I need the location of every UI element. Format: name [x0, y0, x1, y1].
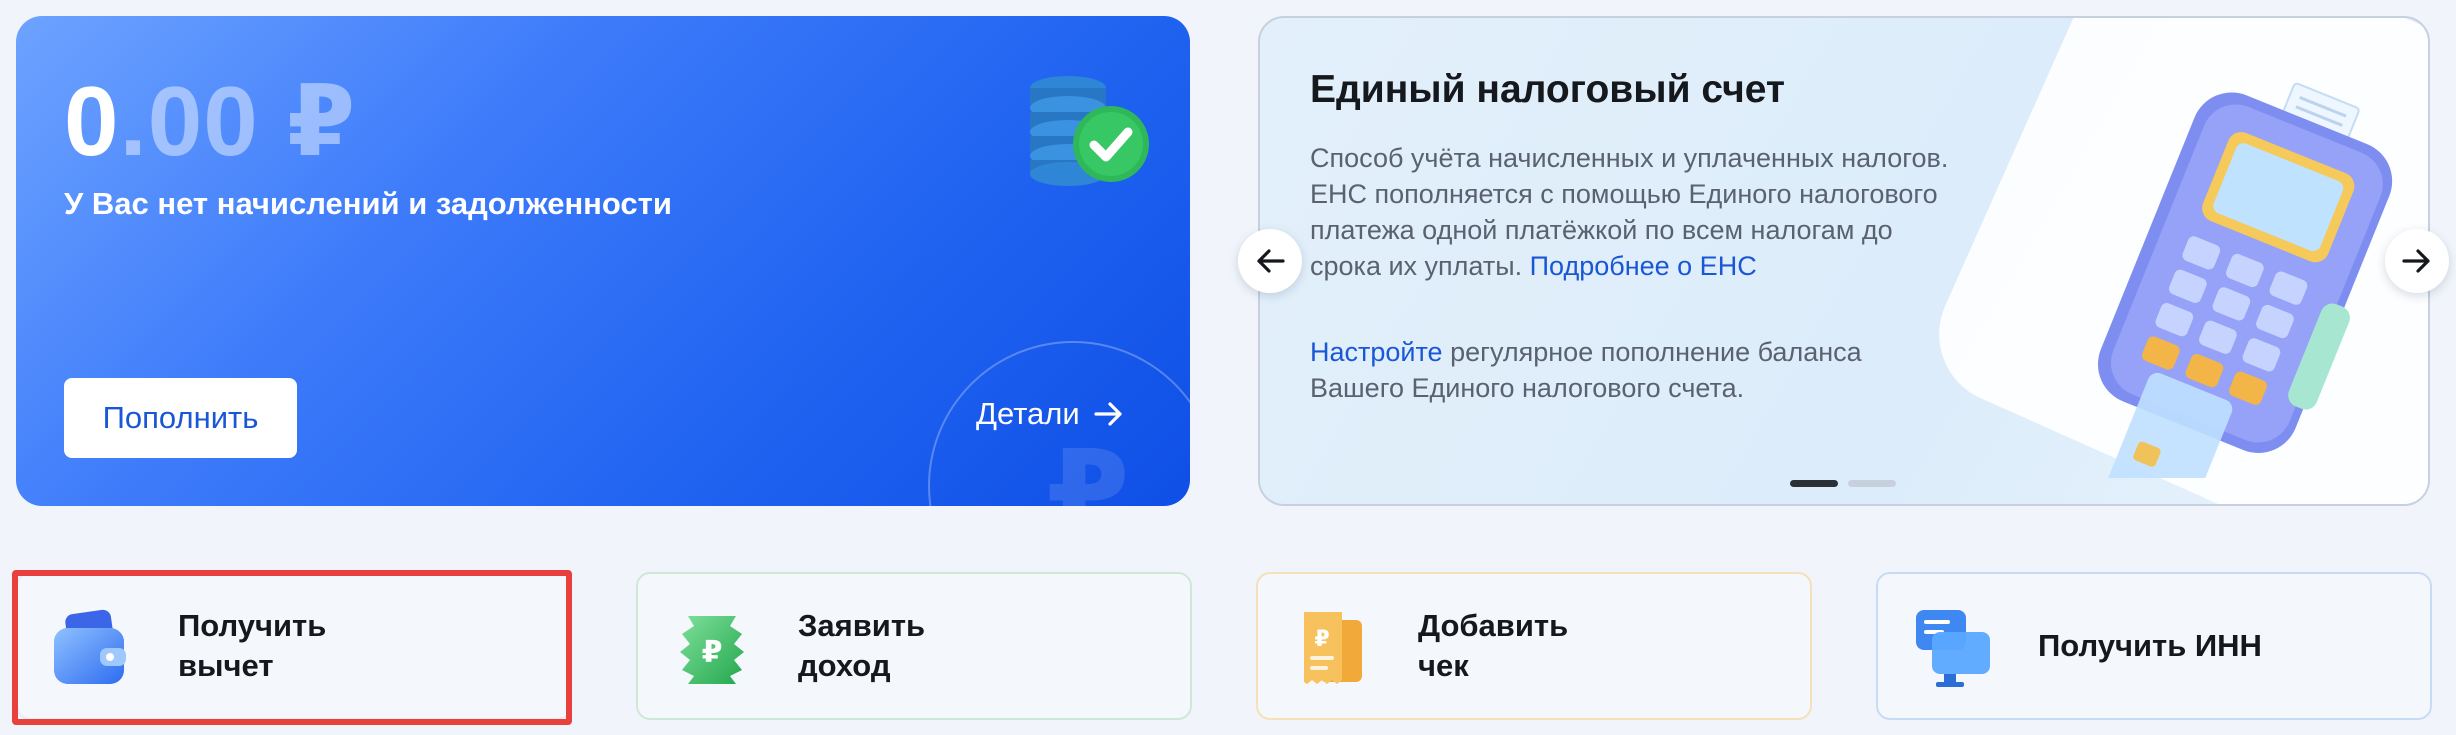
promo-description: Способ учёта начисленных и уплаченных на…: [1310, 140, 1960, 284]
carousel-prev-button[interactable]: [1238, 229, 1302, 293]
add-receipt-line2: чек: [1418, 648, 1469, 683]
topup-button[interactable]: Пополнить: [64, 378, 297, 458]
declare-income-line2: доход: [798, 648, 891, 683]
arrow-right-icon: [1094, 402, 1122, 426]
ens-promo-card: Единый налоговый счет Способ учёта начис…: [1258, 16, 2430, 506]
arrow-left-icon: [1257, 249, 1285, 273]
get-deduction-label: Получить вычет: [178, 606, 326, 686]
get-inn-label: Получить ИНН: [2038, 626, 2262, 666]
monitor-chat-icon: [1916, 610, 1990, 687]
balance-status-text: У Вас нет начислений и задолженности: [64, 186, 672, 221]
balance-amount-integer: 0: [64, 66, 120, 176]
ruble-watermark: ₽: [1046, 428, 1130, 506]
get-inn-tile[interactable]: Получить ИНН: [1876, 572, 2432, 720]
add-receipt-label: Добавить чек: [1418, 606, 1568, 686]
svg-text:₽: ₽: [1314, 627, 1329, 652]
receipt-icon: ₽: [1304, 612, 1362, 684]
declare-income-tile[interactable]: ₽ Заявить доход: [636, 572, 1192, 720]
details-link-label: Детали: [976, 396, 1080, 431]
coins-check-icon: [1030, 76, 1149, 186]
add-receipt-tile[interactable]: ₽ Добавить чек: [1256, 572, 1812, 720]
add-receipt-line1: Добавить: [1418, 608, 1569, 643]
get-inn-line1: Получить ИНН: [2038, 628, 2262, 663]
carousel-dot-2[interactable]: [1848, 480, 1896, 487]
carousel-dot-1[interactable]: [1790, 480, 1838, 487]
arrow-right-icon: [2402, 249, 2430, 273]
details-link[interactable]: Детали: [976, 396, 1124, 432]
wallet-icon: [54, 609, 126, 684]
balance-currency: ₽: [286, 66, 357, 176]
more-about-ens-link[interactable]: Подробнее о ЕНС: [1530, 251, 1757, 281]
carousel-pagination: [1790, 480, 1896, 487]
balance-amount: 0.00 ₽: [64, 72, 356, 170]
svg-text:₽: ₽: [702, 635, 723, 670]
currency-sign: [259, 66, 287, 176]
promo-title: Единый налоговый счет: [1310, 68, 1785, 111]
promo-setup-paragraph: Настройте регулярное пополнение баланса …: [1310, 334, 1960, 406]
ruble-ticket-icon: ₽: [680, 616, 744, 684]
setup-link[interactable]: Настройте: [1310, 337, 1443, 367]
carousel-next-button[interactable]: [2385, 229, 2449, 293]
get-deduction-tile[interactable]: Получить вычет: [16, 572, 572, 720]
get-deduction-line2: вычет: [178, 648, 274, 683]
get-deduction-line1: Получить: [178, 608, 327, 643]
payment-terminal-illustration: [2097, 82, 2393, 478]
declare-income-line1: Заявить: [798, 608, 926, 643]
balance-amount-decimal: .00: [119, 66, 259, 176]
declare-income-label: Заявить доход: [798, 606, 925, 686]
balance-card: 0.00 ₽ У Вас нет начислений и задолженно…: [16, 16, 1190, 506]
